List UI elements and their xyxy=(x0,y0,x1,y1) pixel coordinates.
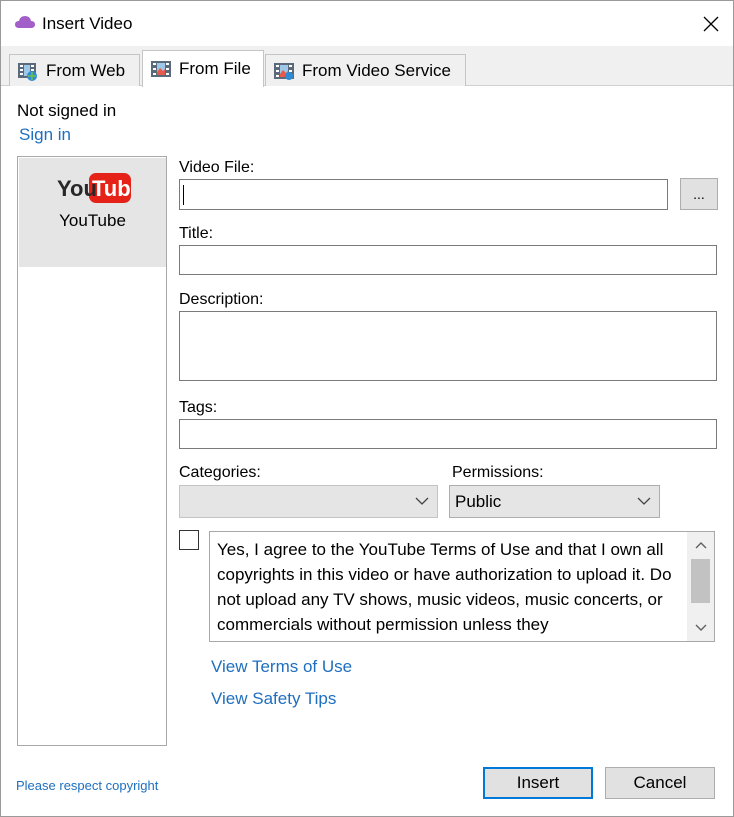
scroll-up-button[interactable] xyxy=(687,534,714,556)
chevron-up-icon xyxy=(695,542,706,549)
web-video-icon xyxy=(18,62,37,81)
chevron-down-icon xyxy=(695,624,706,631)
file-video-icon xyxy=(151,61,171,77)
video-service-icon xyxy=(274,62,294,80)
permissions-value: Public xyxy=(455,492,502,511)
account-status: Not signed in xyxy=(17,101,117,120)
youtube-logo-you: You xyxy=(57,176,97,201)
title-input[interactable] xyxy=(180,246,716,274)
terms-scrollbar[interactable] xyxy=(687,532,714,641)
title-field[interactable] xyxy=(179,245,717,275)
youtube-logo: You Tube xyxy=(57,173,132,203)
cloud-icon xyxy=(15,16,35,28)
close-button[interactable] xyxy=(689,1,733,46)
youtube-logo-tube: Tube xyxy=(92,176,132,201)
terms-textbox[interactable]: Yes, I agree to the YouTube Terms of Use… xyxy=(209,531,715,642)
description-field[interactable] xyxy=(179,311,717,381)
service-name: YouTube xyxy=(59,211,126,230)
categories-label: Categories: xyxy=(179,464,261,481)
tab-content: Not signed in Sign in You Tube YouTube V… xyxy=(1,86,733,816)
tags-label: Tags: xyxy=(179,399,218,416)
sign-in-link[interactable]: Sign in xyxy=(19,125,71,145)
video-file-label: Video File: xyxy=(179,159,255,176)
tab-from-file[interactable]: From File xyxy=(142,50,264,87)
browse-button[interactable]: ... xyxy=(680,178,718,210)
window-title: Insert Video xyxy=(42,14,133,33)
insert-video-dialog: Insert Video From Web From File From Vid… xyxy=(0,0,734,817)
service-list: You Tube YouTube xyxy=(17,156,167,746)
close-icon xyxy=(703,16,719,31)
chevron-down-icon xyxy=(637,497,651,505)
tab-from-video-service[interactable]: From Video Service xyxy=(265,54,466,86)
tags-input[interactable] xyxy=(180,420,716,448)
terms-text: Yes, I agree to the YouTube Terms of Use… xyxy=(217,540,672,634)
view-terms-link[interactable]: View Terms of Use xyxy=(211,657,352,677)
tab-from-video-service-label: From Video Service xyxy=(302,60,451,80)
scroll-thumb[interactable] xyxy=(691,559,710,603)
tab-strip: From Web From File From Video Service xyxy=(1,46,733,87)
tab-from-file-label: From File xyxy=(179,59,251,78)
text-caret xyxy=(183,185,184,205)
description-input[interactable] xyxy=(180,312,716,380)
description-label: Description: xyxy=(179,291,264,308)
agree-checkbox[interactable] xyxy=(179,530,199,550)
view-safety-tips-link[interactable]: View Safety Tips xyxy=(211,689,336,709)
copyright-link[interactable]: Please respect copyright xyxy=(16,778,158,793)
video-file-field[interactable] xyxy=(179,179,668,210)
tags-field[interactable] xyxy=(179,419,717,449)
title-bar: Insert Video xyxy=(1,1,733,46)
permissions-label: Permissions: xyxy=(452,464,544,481)
tab-from-web-label: From Web xyxy=(46,60,126,80)
tab-from-web[interactable]: From Web xyxy=(9,54,140,86)
video-file-input[interactable] xyxy=(180,180,667,209)
cancel-button[interactable]: Cancel xyxy=(605,767,715,799)
scroll-down-button[interactable] xyxy=(687,617,714,639)
categories-select[interactable] xyxy=(179,485,438,518)
insert-button[interactable]: Insert xyxy=(483,767,593,799)
service-item-youtube[interactable]: You Tube YouTube xyxy=(19,158,166,267)
permissions-select[interactable]: Public xyxy=(449,485,660,518)
title-label: Title: xyxy=(179,225,214,242)
chevron-down-icon xyxy=(415,497,429,505)
